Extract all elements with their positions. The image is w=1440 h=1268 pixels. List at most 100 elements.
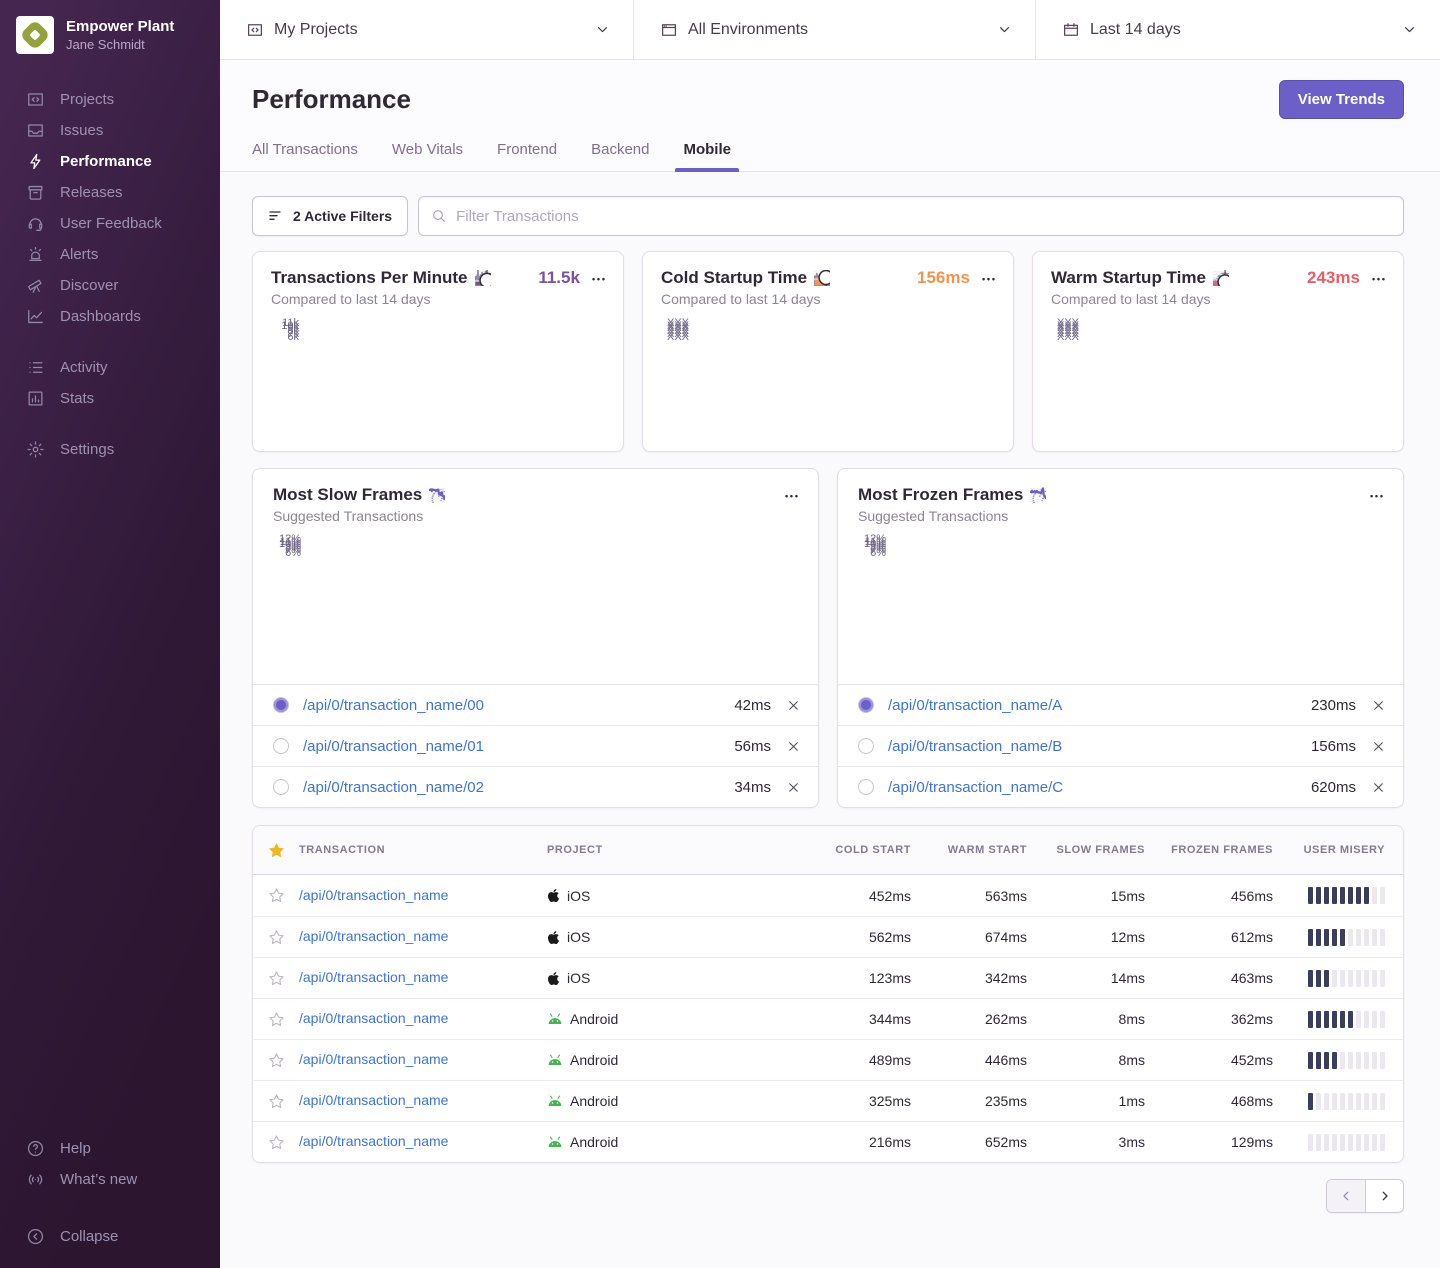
date-range-dropdown[interactable]: Last 14 days (1035, 0, 1440, 59)
transaction-radio[interactable] (858, 697, 874, 713)
transaction-radio[interactable] (273, 779, 289, 795)
y-axis-labels: 12%11%10%9%8%7%6% (858, 538, 892, 670)
star-icon[interactable] (268, 1093, 285, 1110)
card-title: Most Slow Frames (273, 485, 422, 505)
close-icon[interactable] (787, 699, 800, 712)
sidebar-collapse-button[interactable]: Collapse (0, 1221, 220, 1252)
help-icon[interactable] (429, 487, 445, 503)
star-icon[interactable] (268, 970, 285, 987)
help-icon[interactable] (814, 270, 830, 286)
sidebar-item-user-feedback[interactable]: User Feedback (0, 208, 220, 239)
transaction-link[interactable]: /api/0/transaction_name (299, 928, 448, 944)
transaction-duration: 230ms (1311, 697, 1356, 714)
close-icon[interactable] (787, 781, 800, 794)
column-header-frozen-frames: FROZEN FRAMES (1145, 844, 1273, 856)
overflow-menu-icon[interactable] (592, 272, 605, 284)
active-filters-button[interactable]: 2 Active Filters (252, 196, 408, 236)
table-row: /api/0/transaction_nameiOS123ms342ms14ms… (253, 957, 1403, 998)
project-filter-label: My Projects (274, 21, 358, 39)
overflow-menu-icon[interactable] (1370, 489, 1383, 501)
frozen-frames-value: 612ms (1145, 929, 1273, 945)
apple-icon (547, 888, 560, 903)
transaction-link[interactable]: /api/0/transaction_name/A (888, 697, 1311, 714)
sidebar-item-alerts[interactable]: Alerts (0, 239, 220, 270)
overflow-menu-icon[interactable] (982, 272, 995, 284)
tab-backend[interactable]: Backend (591, 141, 649, 171)
sidebar-item-releases[interactable]: Releases (0, 177, 220, 208)
close-icon[interactable] (1372, 781, 1385, 794)
transaction-link[interactable]: /api/0/transaction_name (299, 1010, 448, 1026)
cold-start-value: 489ms (799, 1052, 911, 1068)
area-chart[interactable] (305, 321, 605, 433)
line-chart[interactable] (892, 538, 1383, 670)
star-icon[interactable] (268, 929, 285, 946)
tab-frontend[interactable]: Frontend (497, 141, 557, 171)
environment-filter-dropdown[interactable]: All Environments (633, 0, 1035, 59)
tab-all-transactions[interactable]: All Transactions (252, 141, 358, 171)
transaction-link[interactable]: /api/0/transaction_name (299, 1133, 448, 1149)
overflow-menu-icon[interactable] (785, 489, 798, 501)
help-icon[interactable] (1213, 270, 1229, 286)
star-icon[interactable] (268, 1134, 285, 1151)
frozen-frames-value: 456ms (1145, 888, 1273, 904)
sidebar-item-projects[interactable]: Projects (0, 84, 220, 115)
transaction-link[interactable]: /api/0/transaction_name/00 (303, 697, 734, 714)
transaction-link[interactable]: /api/0/transaction_name/02 (303, 779, 734, 796)
column-header-transaction: TRANSACTION (299, 844, 547, 856)
sidebar-item-settings[interactable]: Settings (0, 434, 220, 465)
tab-mobile[interactable]: Mobile (683, 141, 731, 171)
sidebar-item-help[interactable]: Help (0, 1133, 220, 1164)
transaction-link[interactable]: /api/0/transaction_name (299, 1051, 448, 1067)
line-chart[interactable] (307, 538, 798, 670)
sidebar-item-what-s-new[interactable]: What’s new (0, 1164, 220, 1195)
project-cell: iOS (547, 970, 799, 986)
transaction-link[interactable]: /api/0/transaction_name/C (888, 779, 1311, 796)
transaction-radio[interactable] (858, 738, 874, 754)
close-icon[interactable] (1372, 699, 1385, 712)
previous-page-button[interactable] (1327, 1180, 1365, 1212)
org-switcher[interactable]: Empower Plant Jane Schmidt (0, 0, 220, 54)
star-icon[interactable] (268, 887, 285, 904)
sidebar-item-stats[interactable]: Stats (0, 383, 220, 414)
transaction-row: /api/0/transaction_name/0042ms (253, 684, 818, 725)
transaction-row: /api/0/transaction_name/B156ms (838, 725, 1403, 766)
sidebar-item-dashboards[interactable]: Dashboards (0, 301, 220, 332)
column-header-cold-start: COLD START (799, 844, 911, 856)
help-icon[interactable] (1030, 487, 1046, 503)
transaction-link[interactable]: /api/0/transaction_name/01 (303, 738, 734, 755)
transaction-radio[interactable] (858, 779, 874, 795)
transaction-radio[interactable] (273, 697, 289, 713)
sidebar-item-label: Stats (60, 389, 94, 408)
lightning-icon (26, 152, 45, 171)
sidebar-item-discover[interactable]: Discover (0, 270, 220, 301)
transaction-link[interactable]: /api/0/transaction_name/B (888, 738, 1311, 755)
sidebar-item-label: Dashboards (60, 307, 141, 326)
sidebar-item-issues[interactable]: Issues (0, 115, 220, 146)
user-misery-bars (1273, 1011, 1403, 1028)
view-trends-button[interactable]: View Trends (1279, 80, 1404, 119)
overflow-menu-icon[interactable] (1372, 272, 1385, 284)
star-icon[interactable] (268, 1052, 285, 1069)
close-icon[interactable] (787, 740, 800, 753)
chevron-down-icon (594, 21, 611, 38)
frozen-frames-value: 468ms (1145, 1093, 1273, 1109)
next-page-button[interactable] (1365, 1180, 1403, 1212)
close-icon[interactable] (1372, 740, 1385, 753)
transaction-link[interactable]: /api/0/transaction_name (299, 969, 448, 985)
transaction-link[interactable]: /api/0/transaction_name (299, 887, 448, 903)
sidebar-item-activity[interactable]: Activity (0, 352, 220, 383)
slow-frames-value: 14ms (1027, 970, 1145, 986)
help-icon[interactable] (475, 270, 491, 286)
transaction-radio[interactable] (273, 738, 289, 754)
search-input[interactable] (456, 208, 1391, 225)
headset-icon (26, 214, 45, 233)
area-chart[interactable] (1085, 321, 1385, 433)
y-axis-labels: 11k10k9k8k7k6k (271, 321, 305, 433)
project-filter-dropdown[interactable]: My Projects (220, 0, 633, 59)
tab-web-vitals[interactable]: Web Vitals (392, 141, 463, 171)
area-chart[interactable] (695, 321, 995, 433)
transaction-link[interactable]: /api/0/transaction_name (299, 1092, 448, 1108)
star-icon[interactable] (268, 1011, 285, 1028)
stats-icon (26, 389, 45, 408)
sidebar-item-performance[interactable]: Performance (0, 146, 220, 177)
